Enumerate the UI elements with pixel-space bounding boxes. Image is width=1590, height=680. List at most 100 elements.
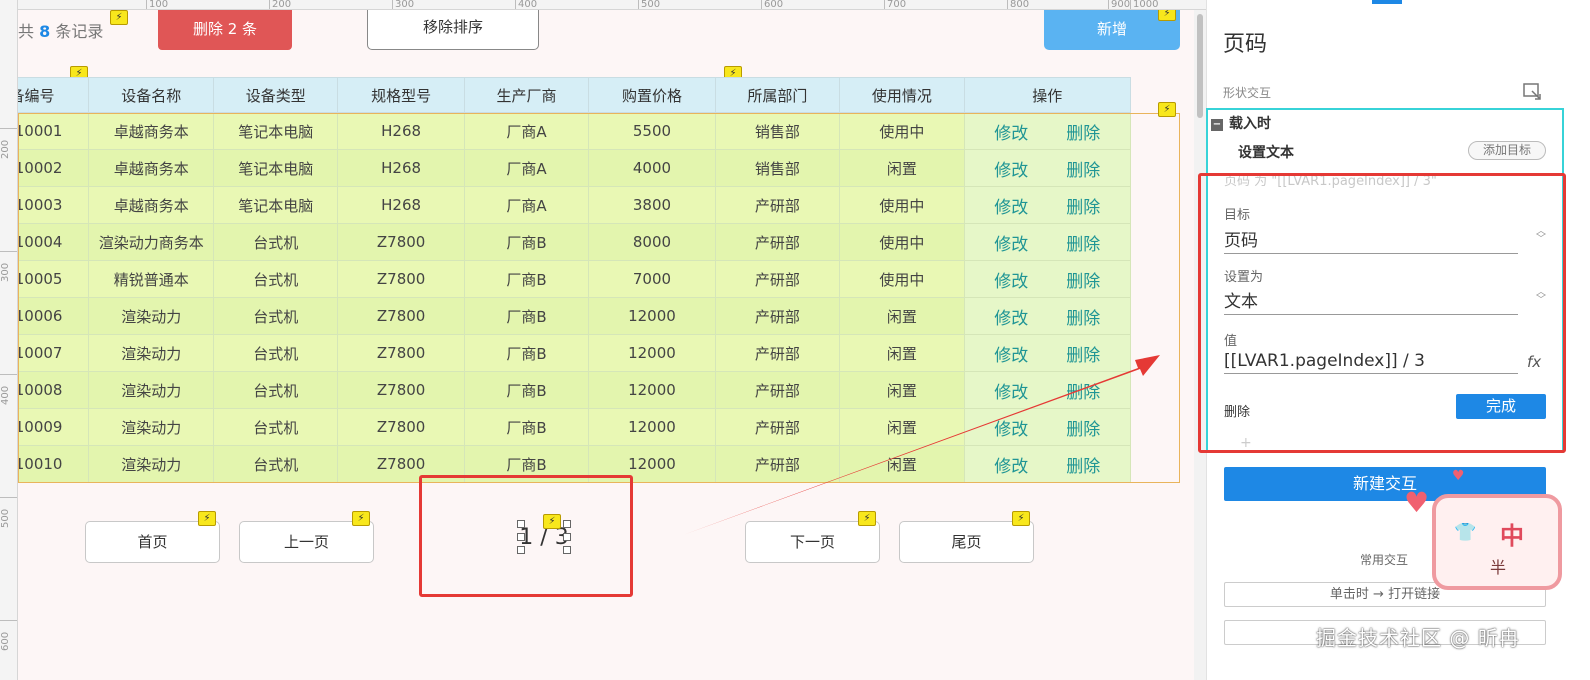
interaction-bolt-icon[interactable]: ⚡ xyxy=(198,511,216,526)
column-header[interactable]: 规格型号 xyxy=(337,77,465,113)
resize-handle[interactable] xyxy=(517,546,525,554)
first-page-button[interactable]: 首页 xyxy=(85,521,220,563)
last-page-button[interactable]: 尾页 xyxy=(899,521,1034,563)
ruler-tick: 200 xyxy=(269,0,291,9)
delete-selected-button[interactable]: 删除 2 条 xyxy=(158,10,292,50)
edit-link[interactable]: 修改 xyxy=(975,267,1047,292)
table-cell: 厂商B xyxy=(463,297,590,335)
ruler-tick: 900 xyxy=(1108,0,1130,9)
resize-handle[interactable] xyxy=(563,533,571,541)
delete-link[interactable]: 删除 xyxy=(1047,230,1119,255)
sticker-char: 中 xyxy=(1500,522,1524,550)
table-row[interactable]: 10005 精锐普通本 台式机 Z7800 厂商B 7000 产研部 使用中 修改 删除 xyxy=(18,260,1132,298)
table-cell: 产研部 xyxy=(714,186,841,224)
column-header[interactable]: 使用情况 xyxy=(839,77,965,113)
target-select[interactable]: 页码 xyxy=(1224,226,1518,254)
edit-link[interactable]: 修改 xyxy=(975,341,1047,366)
delete-link[interactable]: 删除 xyxy=(1047,452,1119,477)
column-header[interactable]: 生产厂商 xyxy=(463,77,590,113)
interaction-bolt-icon[interactable]: ⚡ xyxy=(110,10,128,25)
edit-link[interactable]: 修改 xyxy=(975,378,1047,403)
delete-action-link[interactable]: 删除 xyxy=(1224,401,1250,420)
edit-link[interactable]: 修改 xyxy=(975,119,1047,144)
table-row[interactable]: 10001 卓越商务本 笔记本电脑 H268 厂商A 5500 销售部 使用中 修改 删除 xyxy=(18,112,1132,150)
ruler-tick: 500 xyxy=(0,497,17,528)
table-cell: 闲置 xyxy=(839,445,965,483)
action-cell: 修改 删除 xyxy=(963,408,1132,446)
edit-link[interactable]: 修改 xyxy=(975,415,1047,440)
table-row[interactable]: 10008 渲染动力 台式机 Z7800 厂商B 12000 产研部 闲置 修改 删除 xyxy=(18,371,1132,409)
fx-icon[interactable]: fx xyxy=(1527,353,1541,371)
select-updown-icon[interactable]: ︿ ﹀ xyxy=(1536,288,1546,306)
table-row[interactable]: 10009 渲染动力 台式机 Z7800 厂商B 12000 产研部 闲置 修改 删除 xyxy=(18,408,1132,446)
interaction-bolt-icon[interactable]: ⚡ xyxy=(1012,511,1030,526)
column-header[interactable]: 操作 xyxy=(963,77,1132,113)
interaction-bolt-icon[interactable]: ⚡ xyxy=(858,511,876,526)
table-cell: 渲染动力 xyxy=(88,408,214,446)
edit-link[interactable]: 修改 xyxy=(975,156,1047,181)
edit-link[interactable]: 修改 xyxy=(975,304,1047,329)
delete-link[interactable]: 删除 xyxy=(1047,378,1119,403)
ruler-tick: 1000 xyxy=(1130,0,1158,9)
table-cell: 使用中 xyxy=(839,186,965,224)
table-cell: 10010 xyxy=(18,445,90,483)
value-input[interactable]: [[LVAR1.pageIndex]] / 3 xyxy=(1224,351,1518,374)
table-row[interactable]: 10002 卓越商务本 笔记本电脑 H268 厂商A 4000 销售部 闲置 修改 删除 xyxy=(18,149,1132,187)
delete-link[interactable]: 删除 xyxy=(1047,267,1119,292)
table-cell: 厂商B xyxy=(463,334,590,372)
device-table: 备编号 设备名称 设备类型 规格型号 生产厂商 购置价格 所属部门 使用情况 操… xyxy=(18,77,1132,483)
scrollbar-thumb[interactable] xyxy=(1197,14,1203,118)
delete-link[interactable]: 删除 xyxy=(1047,304,1119,329)
column-header[interactable]: 设备类型 xyxy=(212,77,339,113)
column-header[interactable]: 购置价格 xyxy=(588,77,716,113)
delete-link[interactable]: 删除 xyxy=(1047,193,1119,218)
resize-handle[interactable] xyxy=(563,546,571,554)
delete-link[interactable]: 删除 xyxy=(1047,119,1119,144)
set-as-select[interactable]: 文本 xyxy=(1224,287,1518,315)
table-cell: Z7800 xyxy=(337,371,465,409)
table-cell: 产研部 xyxy=(714,371,841,409)
interaction-bolt-icon[interactable]: ⚡ xyxy=(1158,102,1176,117)
interaction-bolt-icon[interactable]: ⚡ xyxy=(352,511,370,526)
prev-page-button[interactable]: 上一页 xyxy=(239,521,374,563)
action-set-text[interactable]: 设置文本 xyxy=(1238,142,1294,162)
delete-link[interactable]: 删除 xyxy=(1047,341,1119,366)
table-cell: 闲置 xyxy=(839,149,965,187)
heart-balloon-icon: ♥ xyxy=(1404,486,1430,519)
table-row[interactable]: 10003 卓越商务本 笔记本电脑 H268 厂商A 3800 产研部 使用中 修改 删除 xyxy=(18,186,1132,224)
table-cell: 12000 xyxy=(588,408,716,446)
column-header[interactable]: 所属部门 xyxy=(714,77,841,113)
delete-link[interactable]: 删除 xyxy=(1047,415,1119,440)
done-button[interactable]: 完成 xyxy=(1456,394,1546,419)
expand-icon[interactable] xyxy=(1523,83,1543,101)
table-cell: 10002 xyxy=(18,149,90,187)
table-cell: 台式机 xyxy=(212,371,339,409)
table-row[interactable]: 10004 渲染动力商务本 台式机 Z7800 厂商B 8000 产研部 使用中 修改 删除 xyxy=(18,223,1132,261)
resize-handle[interactable] xyxy=(563,520,571,528)
table-row[interactable]: 10007 渲染动力 台式机 Z7800 厂商B 12000 产研部 闲置 修改 删除 xyxy=(18,334,1132,372)
event-onload[interactable]: − 载入时 xyxy=(1211,113,1271,133)
edit-link[interactable]: 修改 xyxy=(975,230,1047,255)
resize-handle[interactable] xyxy=(517,520,525,528)
collapse-icon[interactable]: − xyxy=(1211,119,1223,131)
delete-link[interactable]: 删除 xyxy=(1047,156,1119,181)
table-cell: Z7800 xyxy=(337,334,465,372)
table-row[interactable]: 10006 渲染动力 台式机 Z7800 厂商B 12000 产研部 闲置 修改 删除 xyxy=(18,297,1132,335)
next-page-button[interactable]: 下一页 xyxy=(745,521,880,563)
action-cell: 修改 删除 xyxy=(963,297,1132,335)
table-cell: 渲染动力 xyxy=(88,334,214,372)
column-header[interactable]: 备编号 xyxy=(18,77,90,113)
design-canvas[interactable]: 共 8 条记录 ⚡ 删除 2 条 移除排序 新增 ⚡ ⚡ ⚡ 备编号 设备名称 … xyxy=(18,10,1194,680)
interaction-bolt-icon[interactable]: ⚡ xyxy=(543,514,561,529)
interaction-bolt-icon[interactable]: ⚡ xyxy=(1158,10,1176,21)
edit-link[interactable]: 修改 xyxy=(975,452,1047,477)
edit-link[interactable]: 修改 xyxy=(975,193,1047,218)
add-target-button[interactable]: 添加目标 xyxy=(1468,141,1546,160)
column-header[interactable]: 设备名称 xyxy=(88,77,214,113)
table-cell: 闲置 xyxy=(839,408,965,446)
resize-handle[interactable] xyxy=(517,533,525,541)
select-updown-icon[interactable]: ︿ ﹀ xyxy=(1536,227,1546,245)
plus-icon[interactable]: + xyxy=(1240,435,1252,451)
remove-sort-button[interactable]: 移除排序 xyxy=(367,10,539,50)
table-cell: 台式机 xyxy=(212,408,339,446)
